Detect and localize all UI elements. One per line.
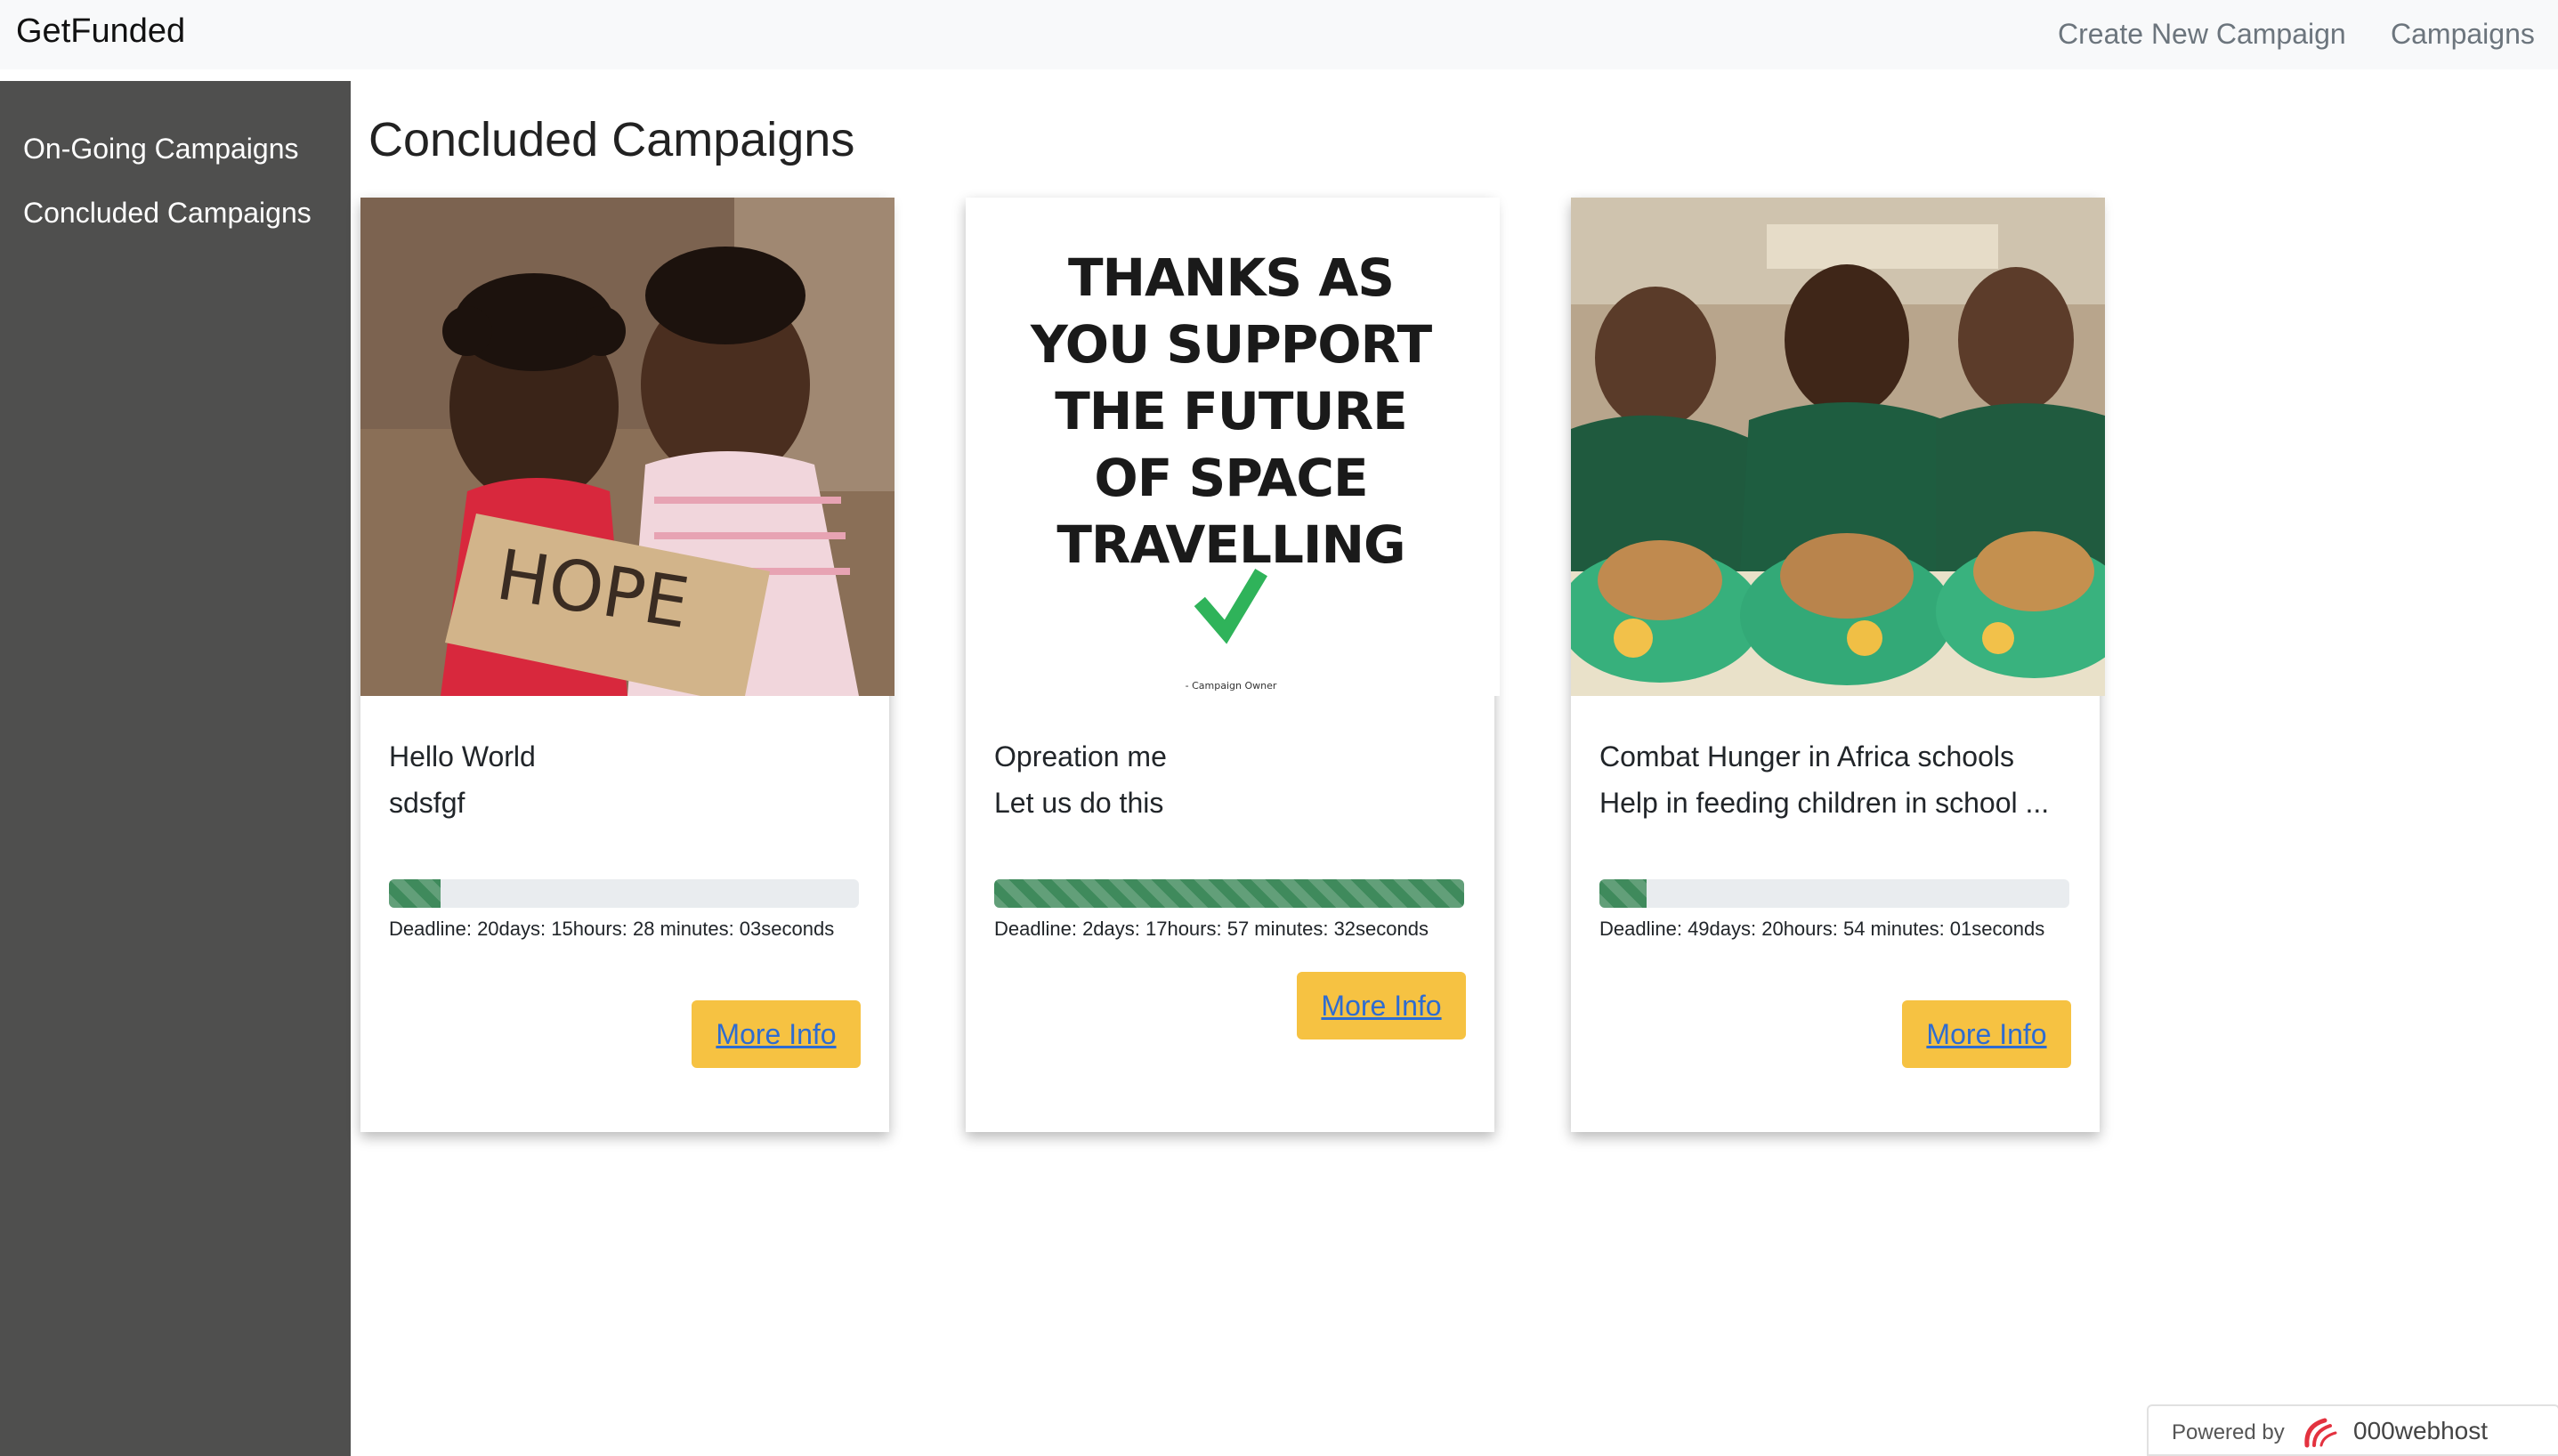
poster-line: TRAVELLING: [1056, 514, 1404, 575]
campaign-card: THANKS AS YOU SUPPORT THE FUTURE OF SPAC…: [966, 198, 1500, 1132]
sidebar-item-ongoing-campaigns[interactable]: On-Going Campaigns: [23, 133, 298, 166]
more-info-button[interactable]: More Info: [1297, 972, 1466, 1039]
poster-line: THE FUTURE: [1055, 381, 1407, 441]
progress-bar: [994, 879, 1464, 908]
more-info-button[interactable]: More Info: [1902, 1000, 2071, 1068]
webhost-brand: 000webhost: [2353, 1417, 2489, 1444]
card-description: sdsfgf: [389, 787, 465, 819]
deadline-text: Deadline: 49days: 20hours: 54 minutes: 0…: [1599, 918, 2045, 940]
card-title: Combat Hunger in Africa schools: [1599, 740, 2014, 772]
progress-fill: [994, 879, 1464, 908]
card-title: Opreation me: [994, 740, 1167, 772]
poster-caption: - Campaign Owner: [1186, 680, 1277, 692]
progress-bar: [1599, 879, 2069, 908]
card-description: Help in feeding children in school ...: [1599, 787, 2050, 819]
poster-line: THANKS AS: [1068, 247, 1394, 308]
deadline-text: Deadline: 2days: 17hours: 57 minutes: 32…: [994, 918, 1429, 940]
campaign-card: Combat Hunger in Africa schools Help in …: [1571, 198, 2105, 1132]
top-navbar: GetFunded Create New Campaign Campaigns: [0, 0, 2558, 69]
webhost-logo-icon: [2304, 1418, 2337, 1448]
progress-bar: [389, 879, 859, 908]
powered-by-badge[interactable]: Powered by 000webhost: [2147, 1404, 2558, 1456]
thanks-poster-image: THANKS AS YOU SUPPORT THE FUTURE OF SPAC…: [966, 198, 1500, 696]
poster-line: OF SPACE: [1094, 448, 1367, 508]
progress-fill: [1599, 879, 1647, 908]
nav-create-new-campaign[interactable]: Create New Campaign: [2058, 18, 2346, 51]
card-title: Hello World: [389, 740, 536, 772]
sidebar: On-Going Campaigns Concluded Campaigns: [0, 81, 351, 1456]
nav-campaigns[interactable]: Campaigns: [2391, 18, 2535, 51]
more-info-button[interactable]: More Info: [692, 1000, 861, 1068]
sidebar-item-concluded-campaigns[interactable]: Concluded Campaigns: [23, 197, 312, 230]
children-eating-photo: [1571, 198, 2105, 696]
progress-fill: [389, 879, 441, 908]
card-description: Let us do this: [994, 787, 1164, 819]
deadline-text: Deadline: 20days: 15hours: 28 minutes: 0…: [389, 918, 835, 940]
brand-logo[interactable]: GetFunded: [16, 12, 185, 51]
campaign-card: HOPE Hello World sdsfgf Deadline: 20days…: [360, 198, 894, 1132]
children-hope-sign-photo: HOPE: [360, 198, 894, 696]
page-title: Concluded Campaigns: [368, 113, 855, 166]
poster-line: YOU SUPPORT: [1030, 314, 1433, 375]
powered-by-label: Powered by: [2172, 1420, 2285, 1444]
